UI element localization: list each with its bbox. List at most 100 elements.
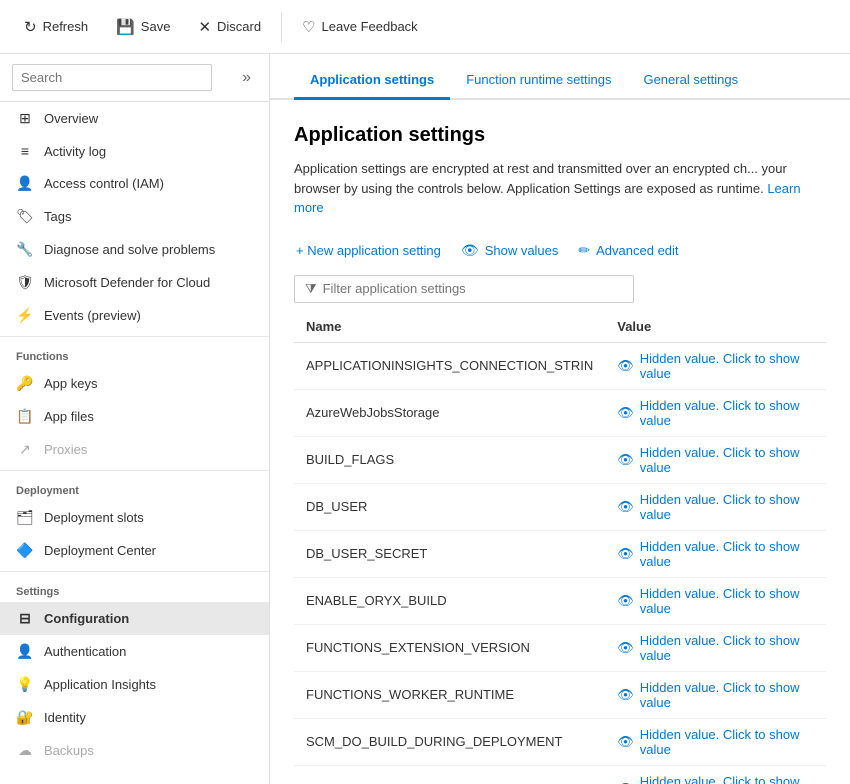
feedback-icon: ♡ (302, 18, 315, 36)
sidebar-item-proxies[interactable]: ↗ Proxies (0, 433, 269, 466)
table-row: ENABLE_ORYX_BUILD 👁 Hidden value. Click t… (294, 577, 826, 624)
sidebar-item-defender[interactable]: 🛡 Microsoft Defender for Cloud (0, 266, 269, 299)
discard-button[interactable]: ✕ Discard (186, 12, 273, 42)
section-settings: Settings (0, 576, 269, 602)
tab-application-settings[interactable]: Application settings (294, 62, 450, 100)
tabs-bar: Application settings Function runtime se… (270, 54, 850, 100)
table-cell-value: 👁 Hidden value. Click to show value (605, 530, 826, 577)
sidebar-item-overview[interactable]: ⊞ Overview (0, 102, 269, 135)
sidebar-item-access-control[interactable]: 👤 Access control (IAM) (0, 167, 269, 200)
deployment-slots-icon: 🗂 (16, 509, 34, 526)
sidebar-item-authentication[interactable]: 👤 Authentication (0, 635, 269, 668)
feedback-button[interactable]: ♡ Leave Feedback (290, 12, 430, 42)
sidebar-item-app-keys[interactable]: 🔑 App keys (0, 367, 269, 400)
table-cell-value: 👁 Hidden value. Click to show value (605, 624, 826, 671)
hidden-value-link[interactable]: 👁 Hidden value. Click to show value (617, 633, 814, 663)
new-application-setting-button[interactable]: + New application setting (294, 239, 443, 262)
sidebar-item-diagnose[interactable]: 🔧 Diagnose and solve problems (0, 233, 269, 266)
tab-function-runtime[interactable]: Function runtime settings (450, 62, 627, 100)
sidebar-item-backups[interactable]: ☁ Backups (0, 734, 269, 767)
divider-2 (0, 470, 269, 471)
table-cell-name: SID (294, 765, 605, 784)
refresh-button[interactable]: ↻ Refresh (12, 12, 100, 42)
table-row: BUILD_FLAGS 👁 Hidden value. Click to show… (294, 436, 826, 483)
filter-input-wrap: ⧩ (294, 275, 634, 303)
hidden-value-link[interactable]: 👁 Hidden value. Click to show value (617, 398, 814, 428)
sidebar-item-deployment-slots[interactable]: 🗂 Deployment slots (0, 501, 269, 534)
tab-general-settings[interactable]: General settings (627, 62, 754, 100)
table-cell-name: ENABLE_ORYX_BUILD (294, 577, 605, 624)
table-header-row: Name Value (294, 311, 826, 343)
sidebar-item-deployment-center[interactable]: 🔷 Deployment Center (0, 534, 269, 567)
proxies-icon: ↗ (16, 441, 34, 458)
hidden-value-link[interactable]: 👁 Hidden value. Click to show value (617, 774, 814, 784)
sidebar-item-activity-log[interactable]: ≡ Activity log (0, 135, 269, 167)
sidebar-item-app-files[interactable]: 📋 App files (0, 400, 269, 433)
advanced-edit-button[interactable]: ✏ Advanced edit (576, 238, 680, 263)
table-cell-value: 👁 Hidden value. Click to show value (605, 718, 826, 765)
learn-more-link[interactable]: Learn more (294, 181, 801, 216)
tags-icon: 🏷 (16, 208, 34, 225)
section-deployment: Deployment (0, 475, 269, 501)
table-row: FUNCTIONS_WORKER_RUNTIME👁 Hidden value. … (294, 671, 826, 718)
sidebar-item-configuration[interactable]: ⊟ Configuration (0, 602, 269, 635)
access-control-icon: 👤 (16, 175, 34, 192)
eye-icon: 👁 (617, 640, 634, 656)
sidebar-item-tags[interactable]: 🏷 Tags (0, 200, 269, 233)
table-cell-name: SCM_DO_BUILD_DURING_DEPLOYMENT (294, 718, 605, 765)
filter-icon: ⧩ (305, 281, 317, 297)
eye-icon: 👁 (617, 358, 634, 374)
hidden-value-link[interactable]: 👁 Hidden value. Click to show value (617, 351, 814, 381)
authentication-icon: 👤 (16, 643, 34, 660)
deployment-center-icon: 🔷 (16, 542, 34, 559)
eye-icon: 👁 (617, 593, 634, 609)
overview-icon: ⊞ (16, 110, 34, 127)
filter-input[interactable] (323, 281, 623, 296)
table-cell-value: 👁 Hidden value. Click to show value (605, 577, 826, 624)
backups-icon: ☁ (16, 742, 34, 759)
search-area: » (0, 54, 269, 102)
col-name-header: Name (294, 311, 605, 343)
identity-icon: 🔐 (16, 709, 34, 726)
table-cell-value: 👁 Hidden value. Click to show value (605, 436, 826, 483)
section-functions: Functions (0, 341, 269, 367)
hidden-value-link[interactable]: 👁 Hidden value. Click to show value (617, 680, 814, 710)
configuration-icon: ⊟ (16, 610, 34, 627)
defender-icon: 🛡 (16, 274, 34, 291)
table-cell-value: 👁 Hidden value. Click to show value (605, 765, 826, 784)
table-cell-value: 👁 Hidden value. Click to show value (605, 389, 826, 436)
content-area: Application settings Function runtime se… (270, 54, 850, 784)
table-row: APPLICATIONINSIGHTS_CONNECTION_STRIN 👁 Hi… (294, 342, 826, 389)
diagnose-icon: 🔧 (16, 241, 34, 258)
table-row: FUNCTIONS_EXTENSION_VERSION👁 Hidden valu… (294, 624, 826, 671)
page-description: Application settings are encrypted at re… (294, 159, 826, 218)
sidebar-item-app-insights[interactable]: 💡 Application Insights (0, 668, 269, 701)
events-icon: ⚡ (16, 307, 34, 324)
divider (281, 12, 282, 42)
hidden-value-link[interactable]: 👁 Hidden value. Click to show value (617, 586, 814, 616)
sidebar-item-identity[interactable]: 🔐 Identity (0, 701, 269, 734)
show-values-button[interactable]: 👁 Show values (459, 238, 561, 263)
sidebar-nav: ⊞ Overview ≡ Activity log 👤 Access contr… (0, 102, 269, 784)
app-keys-icon: 🔑 (16, 375, 34, 392)
sidebar-item-events[interactable]: ⚡ Events (preview) (0, 299, 269, 332)
refresh-icon: ↻ (24, 18, 37, 36)
hidden-value-link[interactable]: 👁 Hidden value. Click to show value (617, 727, 814, 757)
collapse-button[interactable]: » (236, 67, 257, 89)
hidden-value-link[interactable]: 👁 Hidden value. Click to show value (617, 445, 814, 475)
table-cell-name: BUILD_FLAGS (294, 436, 605, 483)
table-cell-name: DB_USER_SECRET (294, 530, 605, 577)
hidden-value-link[interactable]: 👁 Hidden value. Click to show value (617, 539, 814, 569)
eye-icon: 👁 (617, 405, 634, 421)
table-cell-name: DB_USER (294, 483, 605, 530)
save-button[interactable]: 💾 Save (104, 12, 182, 42)
top-bar: ↻ Refresh 💾 Save ✕ Discard ♡ Leave Feedb… (0, 0, 850, 54)
page-content: Application settings Application setting… (270, 100, 850, 784)
hidden-value-link[interactable]: 👁 Hidden value. Click to show value (617, 492, 814, 522)
search-input[interactable] (12, 64, 212, 91)
table-row: SID 👁 Hidden value. Click to show value (294, 765, 826, 784)
table-cell-name: APPLICATIONINSIGHTS_CONNECTION_STRIN (294, 342, 605, 389)
table-cell-value: 👁 Hidden value. Click to show value (605, 671, 826, 718)
table-cell-value: 👁 Hidden value. Click to show value (605, 342, 826, 389)
sidebar: » ⊞ Overview ≡ Activity log 👤 Access con… (0, 54, 270, 784)
